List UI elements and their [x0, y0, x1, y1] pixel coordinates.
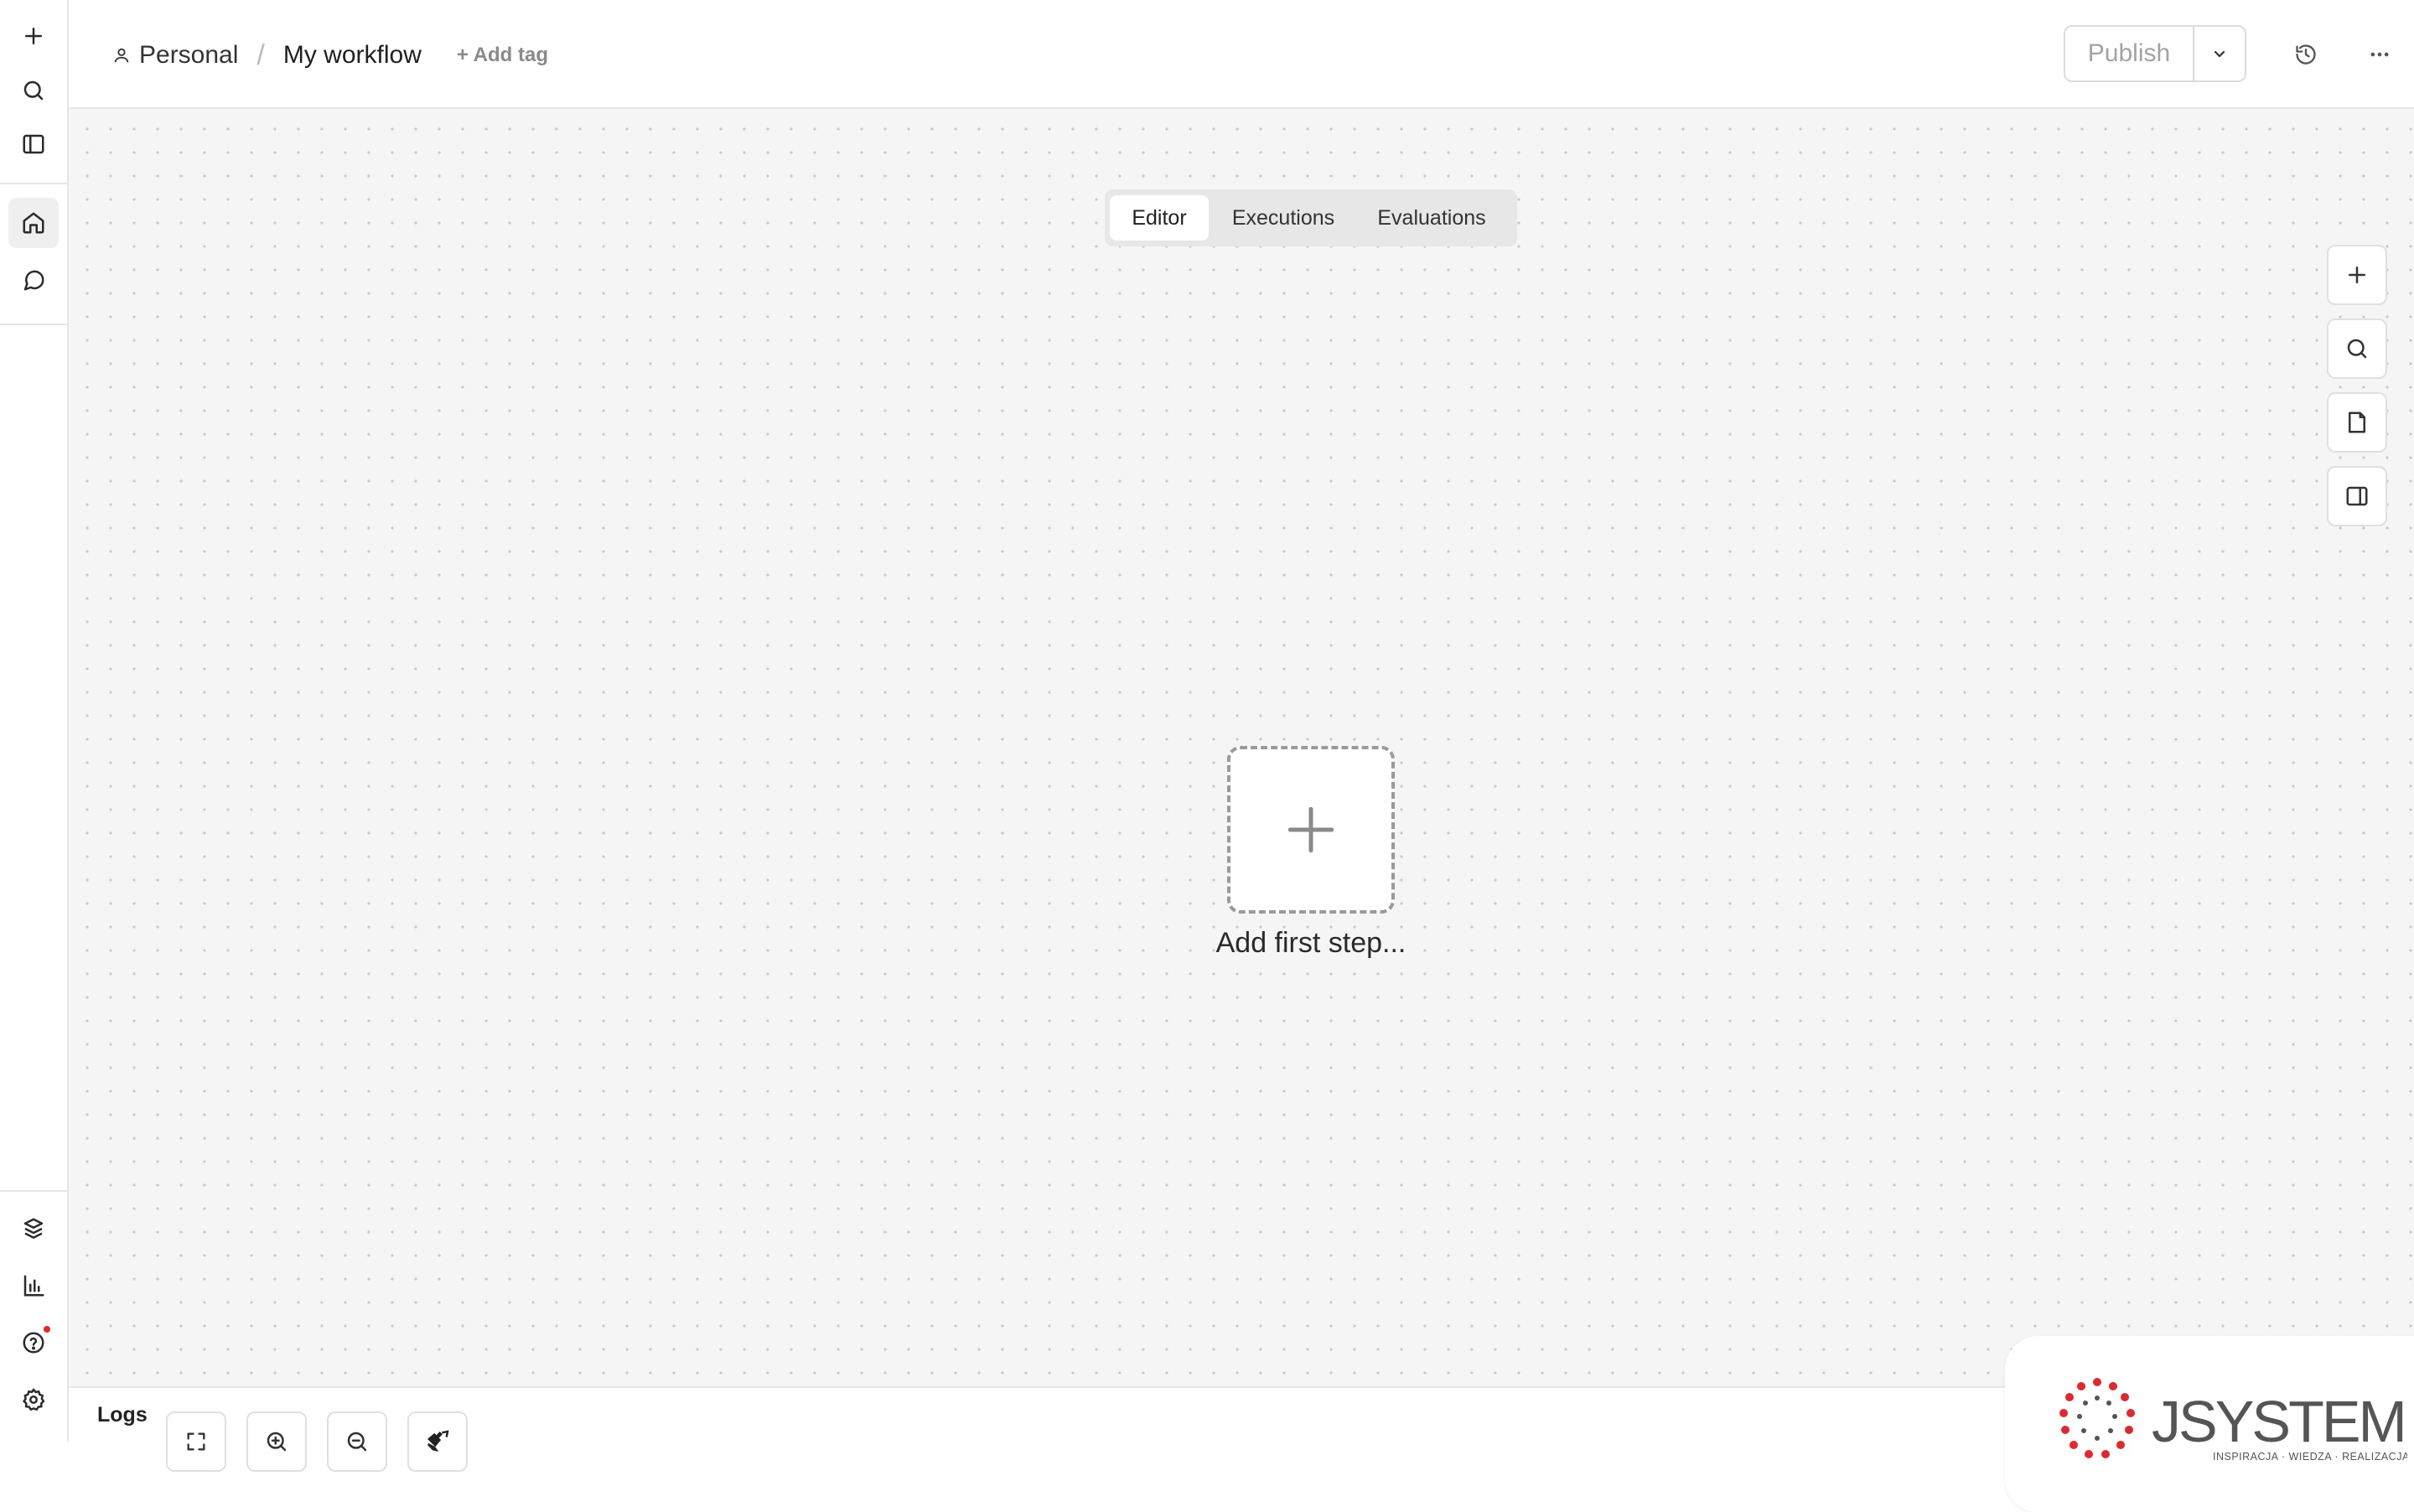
- breadcrumb-project[interactable]: Personal: [112, 41, 238, 70]
- add-tag-button[interactable]: + Add tag: [457, 44, 548, 67]
- add-node-button[interactable]: [2327, 245, 2387, 305]
- zoom-out-button[interactable]: [327, 1411, 387, 1472]
- sidebar-item-settings[interactable]: [8, 1375, 59, 1425]
- tab-editor[interactable]: Editor: [1110, 195, 1209, 241]
- fullscreen-icon: [187, 1432, 205, 1451]
- canvas-right-toolbar: [2327, 245, 2387, 540]
- notification-dot: [44, 1326, 50, 1333]
- add-first-step-label: Add first step...: [1215, 927, 1406, 959]
- sidebar-item-insights[interactable]: [8, 1261, 59, 1311]
- home-icon: [23, 212, 44, 234]
- fit-view-button[interactable]: [166, 1411, 226, 1472]
- ellipsis-icon: [2370, 52, 2389, 57]
- tidy-up-button[interactable]: [407, 1411, 468, 1472]
- toggle-side-panel-button[interactable]: [2327, 466, 2387, 526]
- templates-icon: [23, 1218, 44, 1239]
- zoom-in-button[interactable]: [246, 1411, 307, 1472]
- jsystems-logo: JSYSTEMS INSPIRACJA · WIEDZA · REALIZACJ…: [2059, 1378, 2407, 1463]
- view-tabs: Editor Executions Evaluations: [1105, 189, 1517, 246]
- publish-options-button[interactable]: [2194, 27, 2245, 80]
- add-sticky-note-button[interactable]: [2327, 392, 2387, 453]
- logo-tagline: INSPIRACJA · WIEDZA · REALIZACJA: [2213, 1451, 2407, 1463]
- sidebar-item-help[interactable]: [8, 1318, 59, 1368]
- sidebar-item-home[interactable]: [8, 198, 59, 248]
- logo-ring-icon: [2059, 1378, 2135, 1458]
- plus-icon: [2349, 267, 2365, 283]
- workflow-title[interactable]: My workflow: [283, 41, 422, 70]
- search-icon: [23, 80, 44, 101]
- search-button[interactable]: [8, 65, 59, 116]
- publish-button[interactable]: Publish: [2065, 27, 2194, 80]
- panel-right-icon: [2346, 486, 2368, 506]
- sidebar-divider: [0, 183, 69, 184]
- insights-icon: [23, 1275, 44, 1297]
- history-icon: [2296, 44, 2316, 65]
- sidebar-item-chat[interactable]: [8, 255, 59, 305]
- search-icon: [2347, 339, 2367, 359]
- history-button[interactable]: [2285, 34, 2327, 75]
- add-first-step-button[interactable]: [1227, 746, 1395, 914]
- settings-icon: [23, 1388, 45, 1411]
- create-button[interactable]: [8, 11, 59, 61]
- workflow-header: Personal / My workflow + Add tag Publish: [69, 0, 2414, 109]
- more-options-button[interactable]: [2359, 34, 2401, 75]
- brand-logo-card: JSYSTEMS INSPIRACJA · WIEDZA · REALIZACJ…: [2005, 1336, 2414, 1512]
- sidebar-divider: [0, 324, 69, 325]
- panel-left-icon: [23, 134, 44, 154]
- left-sidebar: [0, 0, 69, 1442]
- zoom-out-icon: [347, 1432, 367, 1452]
- zoom-in-icon: [267, 1432, 287, 1452]
- help-icon: [23, 1332, 44, 1354]
- project-name: Personal: [139, 41, 239, 69]
- chat-icon: [23, 270, 44, 291]
- sticky-note-icon: [2349, 412, 2365, 433]
- canvas-zoom-controls: [166, 1411, 488, 1472]
- chevron-down-icon: [2214, 50, 2225, 58]
- breadcrumb-separator: /: [256, 39, 265, 71]
- plus-icon: [1287, 806, 1334, 853]
- logo-brand-text: JSYSTEMS: [2152, 1389, 2407, 1454]
- logs-label: Logs: [97, 1403, 148, 1427]
- tab-executions[interactable]: Executions: [1209, 195, 1358, 241]
- breadcrumb: Personal / My workflow + Add tag: [112, 37, 548, 74]
- search-nodes-button[interactable]: [2327, 318, 2387, 379]
- publish-group: Publish: [2064, 25, 2246, 82]
- broom-icon: [427, 1430, 449, 1452]
- sidebar-item-templates[interactable]: [8, 1204, 59, 1254]
- workflow-canvas[interactable]: Editor Executions Evaluations Add first …: [69, 109, 2414, 1512]
- toggle-sidebar-button[interactable]: [8, 119, 59, 169]
- sidebar-divider: [0, 1190, 69, 1192]
- tab-evaluations[interactable]: Evaluations: [1358, 195, 1505, 241]
- user-icon: [114, 48, 129, 63]
- plus-icon: [25, 28, 42, 44]
